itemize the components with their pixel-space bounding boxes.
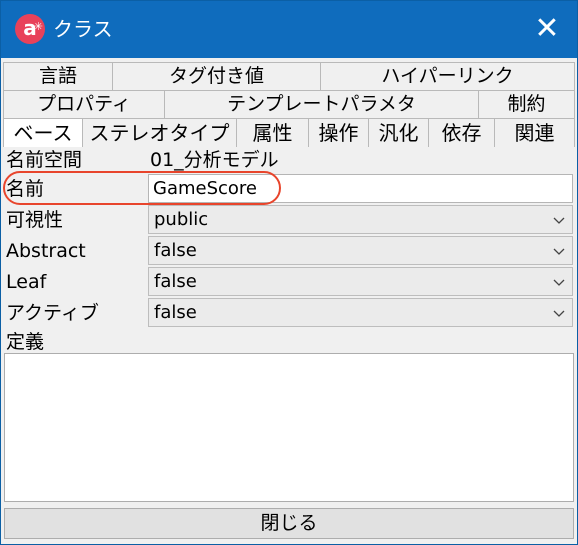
active-label: アクティブ — [6, 302, 99, 324]
close-icon[interactable]: ✕ — [517, 1, 577, 58]
chevron-down-icon — [553, 248, 565, 255]
definition-textarea[interactable] — [4, 353, 574, 502]
tab-base[interactable]: ベース — [3, 118, 83, 147]
chevron-down-icon — [553, 279, 565, 286]
leaf-value: false — [154, 271, 197, 292]
class-dialog: a ✳ クラス ✕ 言語 タグ付き値 ハイパーリンク プロパティ テンプレートパラ… — [0, 0, 578, 545]
tab-operations[interactable]: 操作 — [309, 118, 369, 147]
tab-constraints[interactable]: 制約 — [479, 90, 575, 118]
window-title: クラス — [53, 17, 113, 41]
active-value: false — [154, 302, 197, 323]
tab-row-1: 言語 タグ付き値 ハイパーリンク — [3, 62, 575, 90]
visibility-value: public — [154, 209, 209, 230]
namespace-value: 01_分析モデル — [150, 149, 279, 171]
tab-association[interactable]: 関連 — [495, 118, 575, 147]
tab-template-parameters[interactable]: テンプレートパラメタ — [165, 90, 479, 118]
tab-language[interactable]: 言語 — [3, 62, 113, 90]
tab-row-3: ベース ステレオタイプ 属性 操作 汎化 依存 関連 — [3, 118, 575, 147]
active-select[interactable]: false — [148, 298, 573, 327]
close-button[interactable]: 閉じる — [4, 508, 574, 539]
abstract-value: false — [154, 240, 197, 261]
tab-hyperlinks[interactable]: ハイパーリンク — [321, 62, 575, 90]
leaf-label: Leaf — [6, 271, 47, 293]
tab-stereotypes[interactable]: ステレオタイプ — [83, 118, 237, 147]
name-field[interactable] — [148, 174, 573, 203]
tab-properties[interactable]: プロパティ — [3, 90, 165, 118]
tab-attributes[interactable]: 属性 — [237, 118, 309, 147]
namespace-label: 名前空間 — [6, 149, 83, 171]
tab-tagged-values[interactable]: タグ付き値 — [113, 62, 321, 90]
name-label: 名前 — [6, 178, 45, 200]
visibility-label: 可視性 — [6, 209, 64, 231]
abstract-label: Abstract — [6, 240, 86, 262]
astah-app-icon: a ✳ — [15, 14, 45, 44]
tab-dependency[interactable]: 依存 — [429, 118, 495, 147]
chevron-down-icon — [553, 217, 565, 224]
chevron-down-icon — [553, 310, 565, 317]
title-bar: a ✳ クラス ✕ — [1, 1, 577, 58]
tab-generalization[interactable]: 汎化 — [369, 118, 429, 147]
leaf-select[interactable]: false — [148, 267, 573, 296]
abstract-select[interactable]: false — [148, 236, 573, 265]
tab-row-2: プロパティ テンプレートパラメタ 制約 — [3, 90, 575, 118]
visibility-select[interactable]: public — [148, 205, 573, 234]
definition-label: 定義 — [6, 331, 45, 353]
